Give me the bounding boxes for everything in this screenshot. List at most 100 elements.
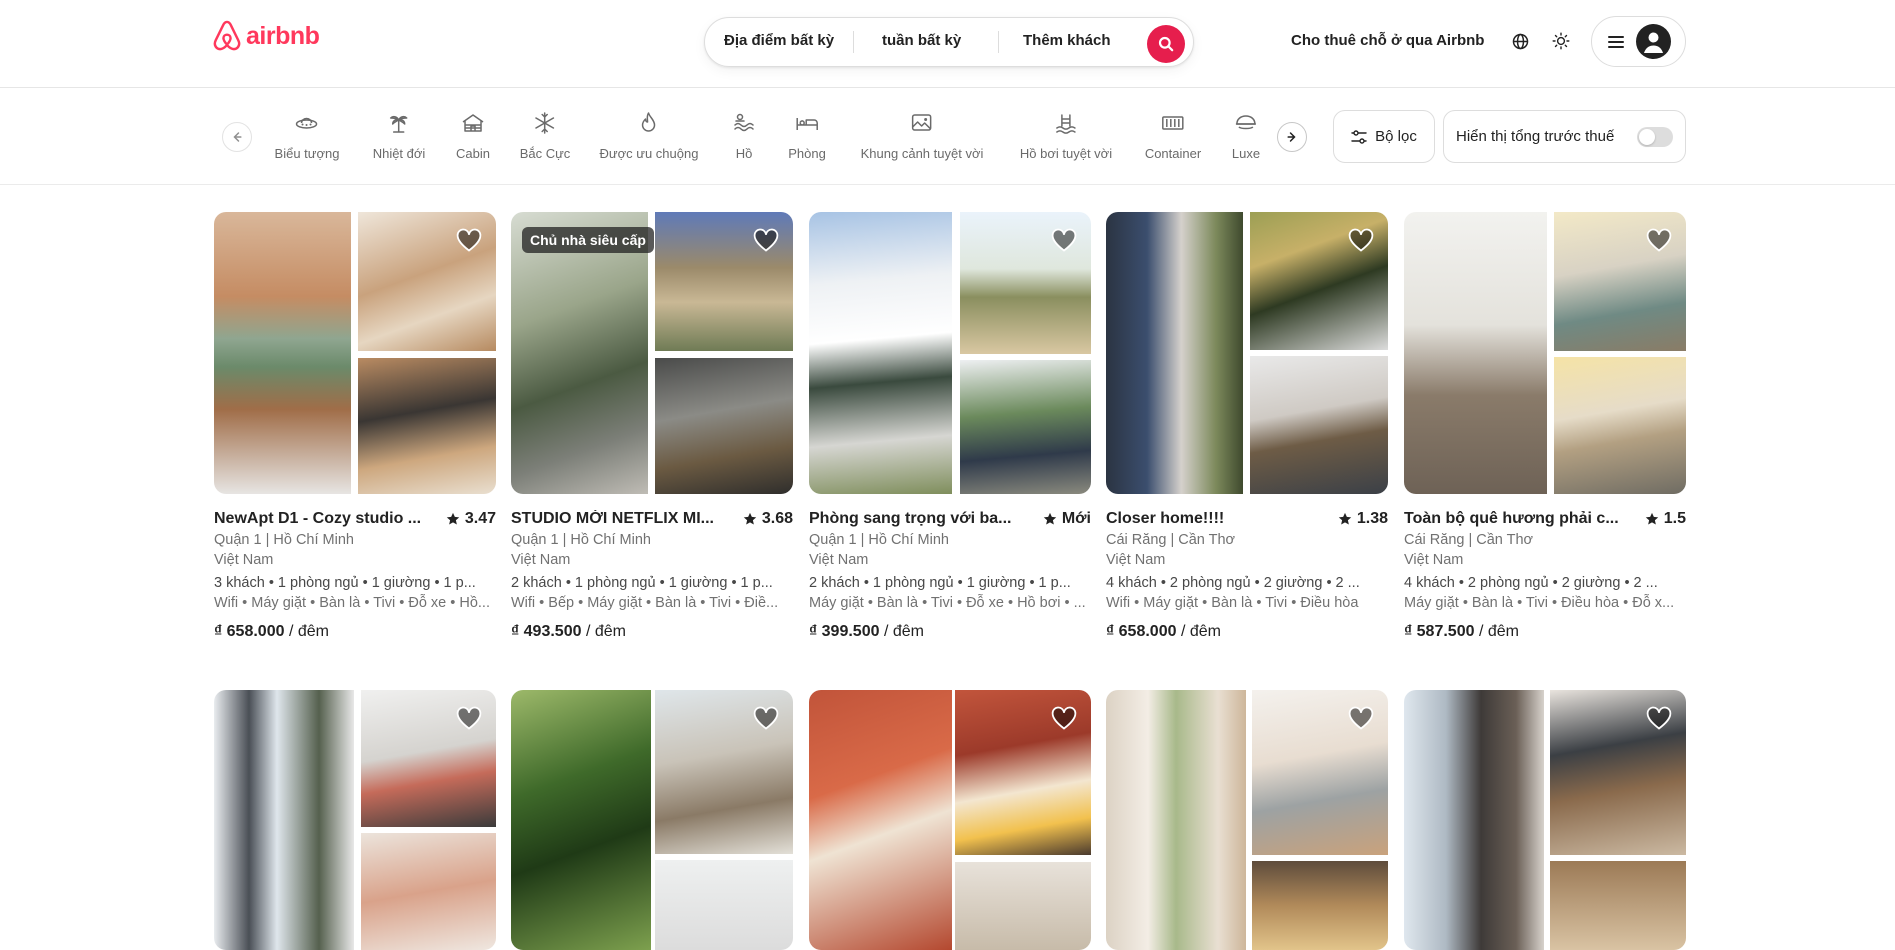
lake-icon bbox=[731, 110, 757, 136]
listing-photo bbox=[655, 358, 793, 494]
listing-country: Việt Nam bbox=[809, 552, 869, 568]
filter-button[interactable]: Bộ lọc bbox=[1333, 110, 1435, 163]
listing-features: 2 khách • 1 phòng ngủ • 1 giường • 1 p..… bbox=[511, 575, 773, 591]
filter-label: Bộ lọc bbox=[1375, 128, 1417, 145]
category-label: Phòng bbox=[788, 146, 826, 161]
airbnb-logo-icon bbox=[213, 20, 241, 51]
listing-rating: 1.5 bbox=[1645, 510, 1686, 528]
listing-price-unit: / đêm bbox=[1180, 623, 1221, 640]
listing-country: Việt Nam bbox=[1404, 552, 1464, 568]
listing-info: Toàn bộ quê hương phải c... 1.5 Cái Răng… bbox=[1404, 508, 1686, 641]
listing-price-line: ₫ 493.500 / đêm bbox=[511, 623, 793, 641]
airbnb-logo[interactable]: airbnb bbox=[212, 19, 320, 53]
listing-info: STUDIO MỚI NETFLIX MI... 3.68 Quận 1 | H… bbox=[511, 508, 793, 641]
listing-photo bbox=[1252, 861, 1388, 950]
category-label: Luxe bbox=[1231, 146, 1261, 161]
category-item-bieu-tuong[interactable]: Biểu tượng bbox=[275, 110, 339, 161]
category-label: Cabin bbox=[456, 146, 490, 161]
view-icon bbox=[909, 110, 935, 136]
listing-photo-collage[interactable] bbox=[809, 212, 1091, 494]
listing-country: Việt Nam bbox=[1106, 552, 1166, 568]
listing-photo-collage[interactable] bbox=[511, 690, 793, 950]
category-item-phong[interactable]: Phòng bbox=[788, 110, 826, 161]
heart-icon[interactable] bbox=[1645, 704, 1673, 732]
category-prev-button[interactable] bbox=[222, 122, 252, 152]
category-item-bac-cuc[interactable]: Bắc Cực bbox=[520, 110, 570, 161]
category-item-duoc-uu-chuong[interactable]: Được ưu chuộng bbox=[600, 110, 698, 161]
pool-icon bbox=[1053, 110, 1079, 136]
listing-location: Cái Răng | Cần Thơ bbox=[1404, 532, 1534, 548]
rating-value: 3.47 bbox=[464, 510, 496, 527]
listing-price-unit: / đêm bbox=[288, 623, 329, 640]
listing-price-line: ₫ 587.500 / đêm bbox=[1404, 623, 1686, 641]
user-menu-button[interactable] bbox=[1591, 16, 1686, 67]
snowflake-icon bbox=[532, 110, 558, 136]
listing-photo-collage[interactable] bbox=[1404, 690, 1686, 950]
listing-features: 2 khách • 1 phòng ngủ • 1 giường • 1 p..… bbox=[809, 575, 1071, 591]
heart-icon[interactable] bbox=[1050, 226, 1078, 254]
listing-photo bbox=[1250, 356, 1388, 494]
ufo-icon bbox=[294, 110, 320, 136]
listing-amenities: Wifi • Bếp • Máy giặt • Bàn là • Tivi • … bbox=[511, 595, 779, 611]
listing-price-line: ₫ 658.000 / đêm bbox=[214, 623, 496, 641]
tax-toggle-label: Hiển thị tổng trước thuế bbox=[1456, 128, 1615, 145]
listing-photo-collage[interactable] bbox=[1404, 212, 1686, 494]
search-button[interactable] bbox=[1147, 25, 1185, 63]
listing-amenities: Wifi • Máy giặt • Bàn là • Tivi • Đỗ xe … bbox=[214, 595, 490, 611]
category-label: Khung cảnh tuyệt vời bbox=[860, 146, 984, 161]
toggle-knob bbox=[1639, 129, 1655, 145]
search-when[interactable]: tuần bất kỳ bbox=[882, 32, 961, 49]
category-next-button[interactable] bbox=[1277, 122, 1307, 152]
listing-photo bbox=[214, 212, 351, 494]
listing-features: 3 khách • 1 phòng ngủ • 1 giường • 1 p..… bbox=[214, 575, 476, 591]
listing-location: Quận 1 | Hồ Chí Minh bbox=[809, 532, 949, 548]
listing-title: Toàn bộ quê hương phải c... bbox=[1404, 510, 1619, 527]
cabin-icon bbox=[460, 110, 486, 136]
host-link[interactable]: Cho thuê chỗ ở qua Airbnb bbox=[1291, 32, 1484, 49]
superhost-badge: Chủ nhà siêu cấp bbox=[522, 227, 654, 253]
listing-title: NewApt D1 - Cozy studio ... bbox=[214, 510, 422, 527]
star-icon bbox=[1043, 512, 1057, 525]
listing-amenities: Máy giặt • Bàn là • Tivi • Điều hòa • Đỗ… bbox=[1404, 595, 1675, 611]
listing-photo bbox=[1106, 690, 1246, 950]
category-item-luxe[interactable]: Luxe bbox=[1232, 110, 1260, 161]
listing-photo-collage[interactable] bbox=[809, 690, 1091, 950]
category-item-nhiet-doi[interactable]: Nhiệt đới bbox=[373, 110, 425, 161]
search-who[interactable]: Thêm khách bbox=[1023, 32, 1111, 49]
category-item-container[interactable]: Container bbox=[1145, 110, 1201, 161]
listing-photo bbox=[955, 862, 1091, 950]
listing-features: 4 khách • 2 phòng ngủ • 2 giường • 2 ... bbox=[1106, 575, 1360, 591]
search-where[interactable]: Địa điểm bất kỳ bbox=[724, 32, 834, 49]
listing-photo bbox=[1550, 861, 1686, 950]
heart-icon[interactable] bbox=[752, 704, 780, 732]
listing-photo bbox=[511, 690, 651, 950]
listing-photo-collage[interactable] bbox=[214, 690, 496, 950]
heart-icon[interactable] bbox=[1645, 226, 1673, 254]
search-icon bbox=[1158, 36, 1174, 52]
category-item-cabin[interactable]: Cabin bbox=[456, 110, 490, 161]
category-bar: Biểu tượng Nhiệt đới Cabin Bắc Cực Được … bbox=[0, 88, 1895, 185]
listing-photo-collage[interactable]: Chủ nhà siêu cấp bbox=[511, 212, 793, 494]
tax-toggle-switch[interactable] bbox=[1637, 127, 1673, 147]
heart-icon[interactable] bbox=[455, 226, 483, 254]
category-item-ho[interactable]: Hồ bbox=[731, 110, 757, 161]
category-item-khung-canh[interactable]: Khung cảnh tuyệt vời bbox=[860, 110, 984, 161]
listing-photo-collage[interactable] bbox=[214, 212, 496, 494]
heart-icon[interactable] bbox=[752, 226, 780, 254]
heart-icon[interactable] bbox=[1347, 704, 1375, 732]
theme-toggle-button[interactable] bbox=[1550, 30, 1572, 52]
language-button[interactable] bbox=[1509, 30, 1531, 52]
category-item-ho-boi[interactable]: Hồ bơi tuyệt vời bbox=[1020, 110, 1112, 161]
search-bar[interactable]: Địa điểm bất kỳ tuần bất kỳ Thêm khách bbox=[704, 17, 1194, 67]
luxe-icon bbox=[1233, 110, 1259, 136]
listing-photo bbox=[511, 212, 648, 494]
listing-photo-collage[interactable] bbox=[1106, 212, 1388, 494]
heart-icon[interactable] bbox=[1347, 226, 1375, 254]
listing-photo-collage[interactable] bbox=[1106, 690, 1388, 950]
heart-icon[interactable] bbox=[1050, 704, 1078, 732]
listing-price: ₫ 587.500 bbox=[1404, 623, 1475, 640]
rating-value: 1.5 bbox=[1663, 510, 1686, 527]
star-icon bbox=[1645, 512, 1658, 525]
heart-icon[interactable] bbox=[455, 704, 483, 732]
arrow-right-icon bbox=[1287, 132, 1296, 142]
